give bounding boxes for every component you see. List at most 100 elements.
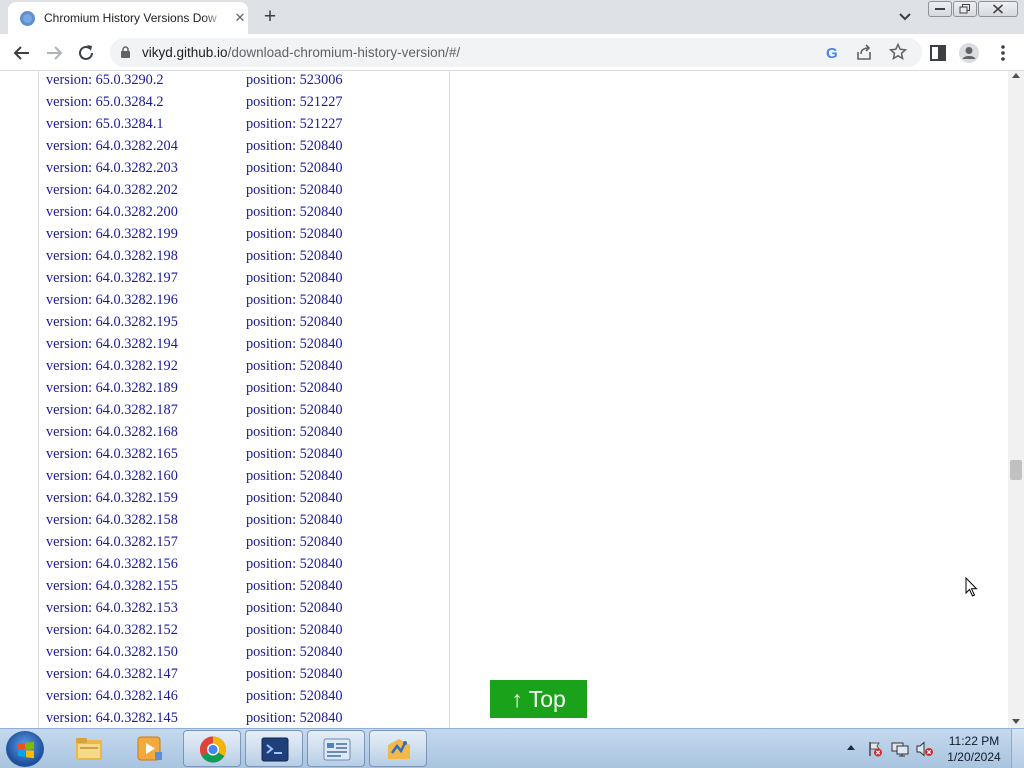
reload-icon[interactable]	[75, 42, 97, 64]
address-bar[interactable]: vikyd.github.io/download-chromium-histor…	[110, 38, 922, 67]
version-link[interactable]: version: 64.0.3282.147	[46, 666, 178, 683]
version-link[interactable]: version: 64.0.3282.150	[46, 644, 178, 661]
version-link[interactable]: version: 64.0.3282.152	[46, 622, 178, 639]
url-text[interactable]: vikyd.github.io/download-chromium-histor…	[142, 45, 460, 60]
version-link[interactable]: version: 64.0.3282.155	[46, 578, 178, 595]
version-link[interactable]: version: 64.0.3282.195	[46, 314, 178, 331]
version-link[interactable]: version: 64.0.3282.197	[46, 270, 178, 287]
position-link[interactable]: position: 520840	[246, 226, 343, 243]
show-hidden-icons-arrow-icon[interactable]	[847, 745, 855, 750]
position-link[interactable]: position: 520840	[246, 622, 343, 639]
position-link[interactable]: position: 520840	[246, 314, 343, 331]
taskbar-control-panel[interactable]	[307, 730, 365, 767]
share-icon[interactable]	[856, 44, 873, 61]
position-link[interactable]: position: 520840	[246, 556, 343, 573]
clock-time[interactable]: 11:22 PM	[943, 734, 1005, 748]
version-link[interactable]: version: 64.0.3282.198	[46, 248, 178, 265]
volume-muted-icon[interactable]	[916, 741, 934, 757]
back-to-top-button[interactable]: ↑ Top	[490, 680, 587, 718]
back-arrow-icon[interactable]	[11, 42, 33, 64]
position-link[interactable]: position: 520840	[246, 512, 343, 529]
clock-date[interactable]: 1/20/2024	[943, 750, 1005, 764]
version-link[interactable]: version: 64.0.3282.187	[46, 402, 178, 419]
profile-avatar-icon[interactable]	[958, 42, 980, 64]
position-link[interactable]: position: 520840	[246, 424, 343, 441]
tab-search-chevron-icon[interactable]	[895, 8, 915, 26]
taskbar-file-explorer[interactable]	[60, 730, 118, 767]
taskbar-terminal[interactable]	[245, 730, 303, 767]
version-link[interactable]: version: 64.0.3282.168	[46, 424, 178, 441]
version-link[interactable]: version: 64.0.3282.145	[46, 710, 178, 727]
network-icon[interactable]	[891, 741, 909, 757]
version-link[interactable]: version: 64.0.3282.189	[46, 380, 178, 397]
action-center-flag-icon[interactable]	[867, 741, 883, 757]
tab-chromium-history[interactable]: Chromium History Versions Dow ✕	[8, 2, 248, 34]
version-link[interactable]: version: 64.0.3282.165	[46, 446, 178, 463]
version-link[interactable]: version: 64.0.3282.157	[46, 534, 178, 551]
position-link[interactable]: position: 520840	[246, 710, 343, 727]
taskbar-app[interactable]	[369, 730, 427, 767]
position-link[interactable]: position: 520840	[246, 688, 343, 705]
position-link[interactable]: position: 520840	[246, 292, 343, 309]
scrollbar-thumb[interactable]	[1010, 460, 1022, 480]
version-link[interactable]: version: 64.0.3282.196	[46, 292, 178, 309]
new-tab-button[interactable]: +	[258, 5, 282, 29]
position-link[interactable]: position: 520840	[246, 182, 343, 199]
version-link[interactable]: version: 64.0.3282.199	[46, 226, 178, 243]
version-link[interactable]: version: 65.0.3284.2	[46, 94, 164, 111]
position-link[interactable]: position: 520840	[246, 336, 343, 353]
version-link[interactable]: version: 64.0.3282.200	[46, 204, 178, 221]
version-link[interactable]: version: 65.0.3284.1	[46, 116, 164, 133]
page-scrollbar[interactable]	[1008, 71, 1024, 728]
window-close-button[interactable]	[978, 1, 1018, 17]
position-link[interactable]: position: 520840	[246, 534, 343, 551]
side-panel-icon[interactable]	[927, 42, 949, 64]
position-link[interactable]: position: 520840	[246, 666, 343, 683]
taskbar-chrome[interactable]	[183, 730, 241, 767]
start-button[interactable]	[6, 731, 44, 767]
position-link[interactable]: position: 520840	[246, 204, 343, 221]
version-link[interactable]: version: 64.0.3282.146	[46, 688, 178, 705]
position-link[interactable]: position: 520840	[246, 468, 343, 485]
restore-button[interactable]	[953, 1, 977, 17]
position-link[interactable]: position: 520840	[246, 138, 343, 155]
version-link[interactable]: version: 64.0.3282.158	[46, 512, 178, 529]
version-link[interactable]: version: 64.0.3282.194	[46, 336, 178, 353]
position-link[interactable]: position: 520840	[246, 446, 343, 463]
control-panel-icon	[323, 738, 351, 761]
position-link[interactable]: position: 521227	[246, 116, 343, 133]
scroll-down-arrow-icon[interactable]	[1012, 719, 1020, 724]
version-link[interactable]: version: 64.0.3282.192	[46, 358, 178, 375]
version-link[interactable]: version: 64.0.3282.153	[46, 600, 178, 617]
version-link[interactable]: version: 64.0.3282.159	[46, 490, 178, 507]
forward-arrow-icon[interactable]	[43, 42, 65, 64]
scroll-up-arrow-icon[interactable]	[1012, 73, 1020, 78]
lock-icon[interactable]	[120, 46, 131, 59]
position-link[interactable]: position: 520840	[246, 644, 343, 661]
version-link[interactable]: version: 64.0.3282.160	[46, 468, 178, 485]
version-link[interactable]: version: 64.0.3282.202	[46, 182, 178, 199]
version-link[interactable]: version: 65.0.3290.2	[46, 72, 164, 89]
version-link[interactable]: version: 64.0.3282.204	[46, 138, 178, 155]
position-link[interactable]: position: 520840	[246, 248, 343, 265]
minimize-button[interactable]	[928, 1, 952, 17]
version-link[interactable]: version: 64.0.3282.156	[46, 556, 178, 573]
url-path: /download-chromium-history-version/#/	[227, 45, 461, 60]
position-link[interactable]: position: 520840	[246, 600, 343, 617]
position-link[interactable]: position: 520840	[246, 160, 343, 177]
tab-close-icon[interactable]: ✕	[231, 9, 249, 27]
position-link[interactable]: position: 520840	[246, 380, 343, 397]
version-link[interactable]: version: 64.0.3282.203	[46, 160, 178, 177]
position-link[interactable]: position: 521227	[246, 94, 343, 111]
position-link[interactable]: position: 523006	[246, 72, 343, 89]
position-link[interactable]: position: 520840	[246, 578, 343, 595]
google-translate-icon[interactable]: G	[826, 45, 838, 62]
show-desktop-button[interactable]	[1011, 729, 1024, 768]
position-link[interactable]: position: 520840	[246, 358, 343, 375]
position-link[interactable]: position: 520840	[246, 490, 343, 507]
position-link[interactable]: position: 520840	[246, 270, 343, 287]
taskbar-media-player[interactable]	[121, 730, 179, 767]
bookmark-star-icon[interactable]	[889, 43, 907, 61]
position-link[interactable]: position: 520840	[246, 402, 343, 419]
menu-kebab-icon[interactable]	[992, 42, 1014, 64]
